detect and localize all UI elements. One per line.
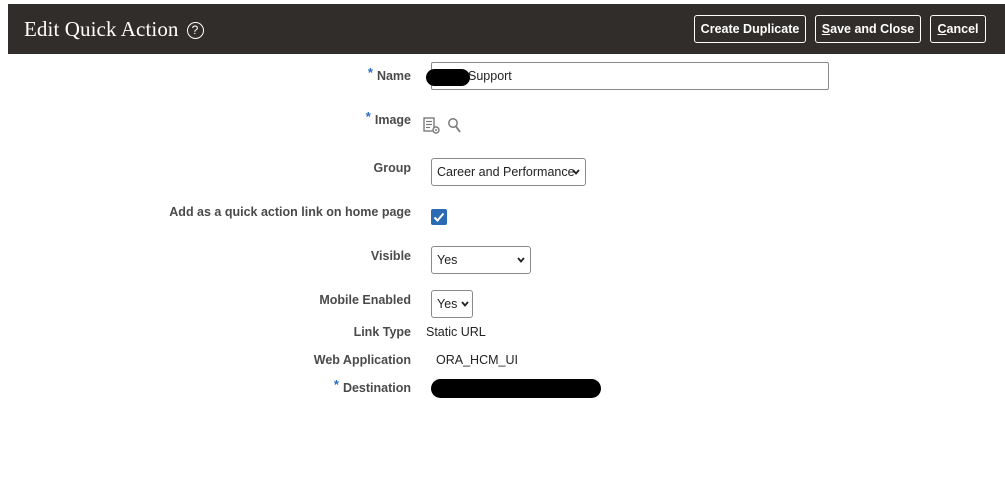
required-marker: * <box>367 65 373 80</box>
required-marker: * <box>365 109 371 124</box>
destination-redaction <box>431 379 601 398</box>
name-field[interactable]: Support <box>431 62 829 90</box>
help-icon[interactable]: ? <box>186 21 204 39</box>
visible-select-value: Yes <box>437 253 458 267</box>
quick-action-link-checkbox[interactable] <box>431 209 447 225</box>
save-and-close-button[interactable]: Save and Close <box>815 15 921 43</box>
cancel-mnemonic: C <box>937 22 947 36</box>
create-duplicate-button[interactable]: Create Duplicate <box>694 15 806 43</box>
mobile-enabled-select-value: Yes <box>437 297 458 311</box>
mobile-enabled-label: Mobile Enabled <box>319 293 411 307</box>
link-type-value: Static URL <box>426 325 486 339</box>
name-label: * Name <box>367 65 411 83</box>
destination-label: * Destination <box>333 377 411 395</box>
mobile-enabled-select[interactable]: Yes <box>431 290 473 318</box>
group-label: Group <box>373 161 412 175</box>
save-and-close-label: ave and Close <box>830 22 915 36</box>
web-application-label: Web Application <box>313 353 411 367</box>
cancel-label: ancel <box>946 22 979 36</box>
cancel-button[interactable]: Cancel <box>930 15 986 43</box>
image-label: * Image <box>365 109 411 127</box>
chevron-down-icon <box>517 257 525 263</box>
image-settings-icon[interactable] <box>423 117 441 135</box>
checkmark-icon <box>433 212 445 222</box>
chevron-down-icon <box>461 301 469 307</box>
create-duplicate-label: Create Duplicate <box>700 22 800 36</box>
group-select-value: Career and Performance <box>437 165 575 179</box>
quick-action-link-label: Add as a quick action link on home page <box>169 205 411 219</box>
visible-select[interactable]: Yes <box>431 246 531 274</box>
save-and-close-mnemonic: S <box>821 22 831 36</box>
redaction-mark <box>426 69 470 86</box>
required-marker: * <box>333 377 339 392</box>
search-icon[interactable] <box>447 117 463 135</box>
web-application-value: ORA_HCM_UI <box>436 353 518 367</box>
page-title: Edit Quick Action <box>24 16 179 41</box>
group-select[interactable]: Career and Performance <box>431 158 586 186</box>
visible-label: Visible <box>370 249 411 263</box>
link-type-label: Link Type <box>353 325 411 339</box>
name-field-value: Support <box>468 69 512 83</box>
chevron-down-icon <box>572 169 580 175</box>
